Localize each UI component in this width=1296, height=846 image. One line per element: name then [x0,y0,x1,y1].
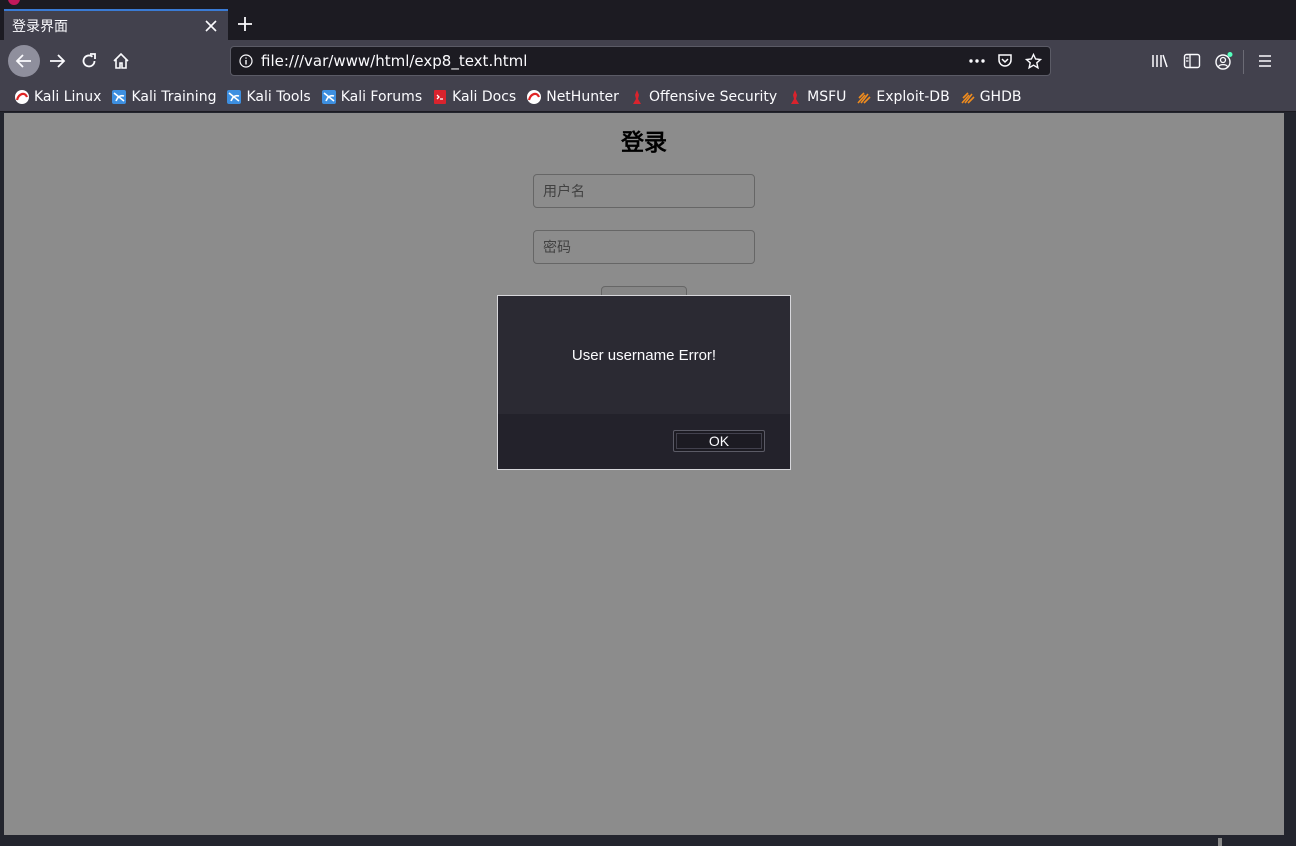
modal-overlay [4,113,1284,835]
bookmark-label: Kali Linux [34,88,102,105]
arrow-left-icon [15,54,31,68]
back-button[interactable] [8,45,40,77]
page-actions-icon[interactable] [966,50,988,72]
bookmark-kali-docs[interactable]: Kali Docs [432,89,516,105]
scroll-indicator [1218,838,1222,846]
bookmark-label: Exploit-DB [876,88,950,105]
tab-strip: 登录界面 [0,0,1296,40]
msfu-icon [791,89,800,104]
dialog-footer: OK [498,414,790,469]
hamburger-menu-icon[interactable] [1253,49,1277,73]
bookmark-offensive-security[interactable]: Offensive Security [629,89,777,105]
tab-title: 登录界面 [12,18,68,35]
bookmark-kali-linux[interactable]: Kali Linux [14,89,101,105]
kali-dragon-icon [15,89,29,104]
sidebar-icon[interactable] [1180,49,1204,73]
close-tab-icon[interactable] [202,17,220,35]
ok-button[interactable]: OK [673,430,765,452]
offsec-icon [632,89,641,104]
home-button[interactable] [105,45,137,77]
alert-dialog: User username Error! OK [497,295,791,470]
dialog-message: User username Error! [571,346,717,364]
library-icon[interactable] [1148,49,1172,73]
window-indicator-icon [8,0,20,5]
pocket-icon[interactable] [994,50,1016,72]
new-tab-button[interactable] [234,13,256,35]
kali-docs-icon [434,89,447,104]
page-content: 登录 用户名 密码 [4,113,1284,835]
bookmark-nethunter[interactable]: NetHunter [526,89,619,105]
bookmark-label: Offensive Security [648,88,778,105]
bookmark-kali-forums[interactable]: Kali Forums [321,89,422,105]
plus-icon [238,17,252,31]
forward-button[interactable] [41,45,73,77]
address-bar[interactable]: file:///var/www/html/exp8_text.html [230,46,1051,76]
bookmark-ghdb[interactable]: GHDB [960,88,1022,105]
arrow-right-icon [50,54,66,68]
url-text[interactable]: file:///var/www/html/exp8_text.html [261,52,966,70]
bookmark-label: Kali Docs [452,88,517,105]
kali-training-icon [112,89,127,104]
page-info-icon[interactable] [231,54,261,68]
bookmark-exploit-db[interactable]: Exploit-DB [856,88,950,105]
bookmark-label: NetHunter [546,88,619,105]
home-icon [113,52,129,69]
bookmark-label: Kali Training [131,88,217,105]
kali-forums-icon [321,89,336,104]
bookmarks-toolbar: Kali Linux Kali Training Kali Tools Kali… [0,82,1296,112]
kali-tools-icon [227,89,242,104]
account-icon[interactable] [1212,49,1236,73]
nethunter-icon [527,89,542,104]
bookmark-star-icon[interactable] [1022,50,1044,72]
toolbar-separator [1243,50,1244,74]
reload-icon [82,53,96,68]
bookmark-label: Kali Tools [246,88,311,105]
browser-tab[interactable]: 登录界面 [4,9,228,40]
bookmark-kali-training[interactable]: Kali Training [111,89,216,105]
bookmark-kali-tools[interactable]: Kali Tools [226,88,311,105]
reload-button[interactable] [73,45,105,77]
exploit-db-icon [857,91,871,104]
bookmark-label: GHDB [979,88,1022,105]
bookmark-label: Kali Forums [340,88,423,105]
ghdb-icon [961,91,975,104]
bookmark-label: MSFU [807,88,847,105]
dialog-body: User username Error! [498,296,790,414]
navigation-bar: file:///var/www/html/exp8_text.html [0,40,1296,82]
bookmark-msfu[interactable]: MSFU [787,89,846,105]
